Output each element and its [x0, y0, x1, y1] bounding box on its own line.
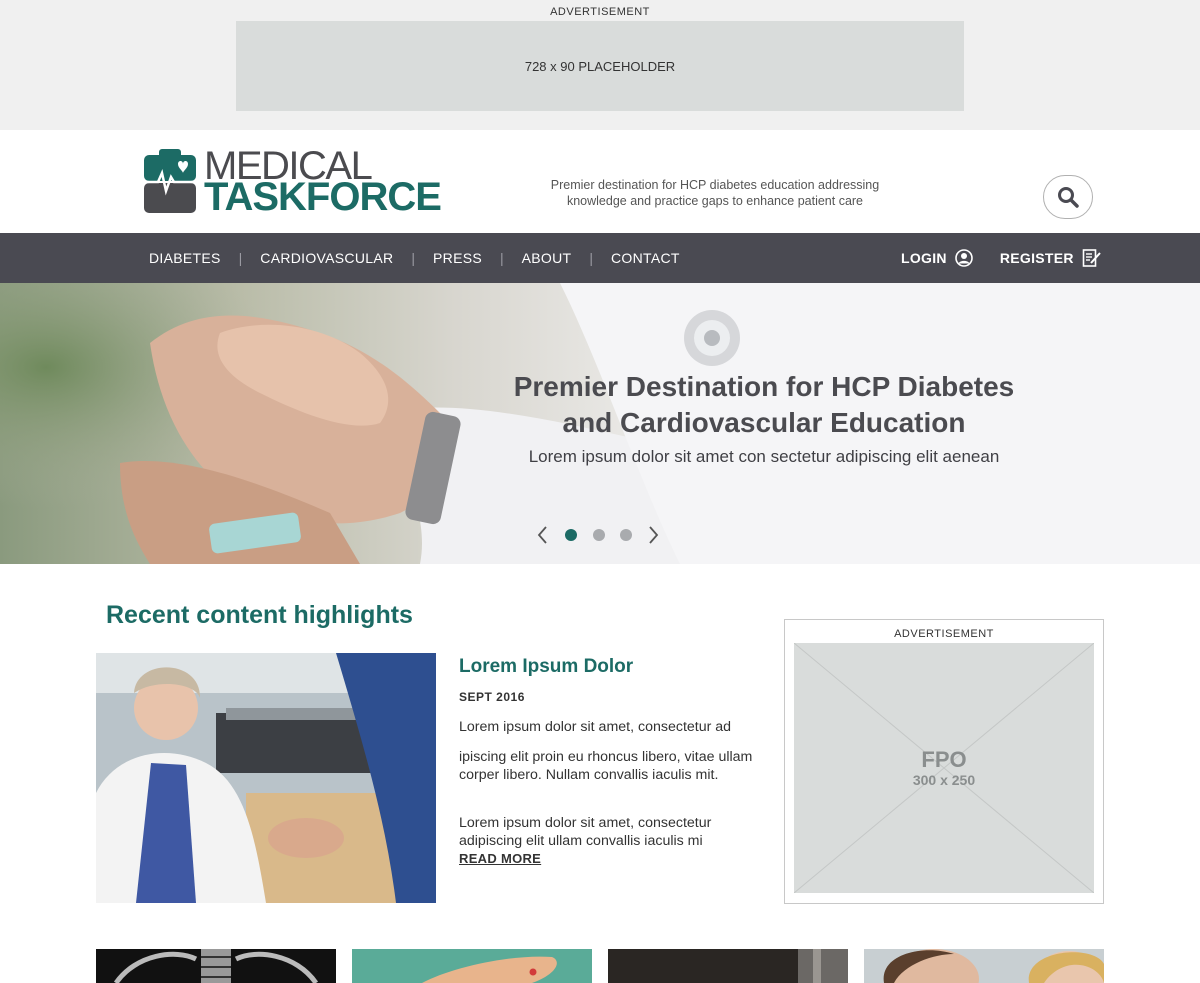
article-date: SEPT 2016: [459, 690, 525, 704]
top-ad-label: ADVERTISEMENT: [550, 6, 650, 18]
search-button[interactable]: [1043, 175, 1093, 219]
chevron-right-icon[interactable]: [648, 525, 660, 545]
article-paragraph-1: Lorem ipsum dolor sit amet, consectetur …: [459, 719, 732, 735]
nav-separator: |: [411, 250, 416, 266]
register-label: REGISTER: [999, 250, 1074, 266]
hero-title-line-2: and Cardiovascular Education: [562, 407, 966, 438]
side-ad-fpo: FPO: [921, 747, 967, 772]
carousel-dot-1[interactable]: [565, 529, 577, 541]
nav-item-diabetes[interactable]: DIABETES: [149, 250, 221, 266]
hero-subtitle: Lorem ipsum dolor sit amet con sectetur …: [528, 447, 1000, 466]
nav-item-contact[interactable]: CONTACT: [611, 250, 680, 266]
read-more-link[interactable]: READ MORE: [459, 851, 541, 866]
nav-item-about[interactable]: ABOUT: [522, 250, 572, 266]
tagline-line-2: knowledge and practice gaps to enhance p…: [566, 194, 864, 208]
top-ad-banner: ADVERTISEMENT 728 x 90 PLACEHOLDER: [0, 0, 1200, 130]
section-title-highlights: Recent content highlights: [106, 601, 413, 629]
edit-form-icon: [1082, 249, 1101, 267]
tagline-line-1: Premier destination for HCP diabetes edu…: [550, 178, 880, 192]
carousel-dot-3[interactable]: [620, 529, 632, 541]
article-thumbnail[interactable]: [96, 653, 436, 903]
thumbnail-xray[interactable]: [96, 949, 336, 983]
article-paragraph-3: Lorem ipsum dolor sit amet, consectetur …: [459, 815, 712, 849]
login-label: LOGIN: [901, 250, 947, 266]
nav-menu: DIABETES | CARDIOVASCULAR | PRESS | ABOU…: [149, 233, 680, 283]
site-header: MEDICAL TASKFORCE Premier destination fo…: [0, 130, 1200, 233]
thumbnail-photo-people[interactable]: [864, 949, 1104, 983]
user-icon: [955, 249, 973, 267]
carousel-dot-2[interactable]: [593, 529, 605, 541]
top-ad-placeholder[interactable]: 728 x 90 PLACEHOLDER: [236, 21, 964, 111]
thumbnail-illustration[interactable]: [352, 949, 592, 983]
top-ad-placeholder-text: 728 x 90 PLACEHOLDER: [524, 58, 676, 74]
account-links: LOGIN REGISTER: [901, 233, 1102, 283]
medical-case-icon: [144, 149, 196, 213]
hero-title: Premier Destination for HCP Diabetes and…: [500, 369, 1028, 441]
xray-image: [96, 949, 336, 983]
carousel-controls: [536, 525, 662, 545]
register-link[interactable]: REGISTER: [1000, 248, 1102, 268]
thumbnail-photo-dark[interactable]: [608, 949, 848, 983]
nav-item-press[interactable]: PRESS: [433, 250, 482, 266]
article-photo-doctor: [96, 653, 436, 903]
side-ad-label: ADVERTISEMENT: [894, 628, 994, 640]
side-ad: ADVERTISEMENT FPO 300 x 250: [784, 619, 1104, 904]
nav-item-cardiovascular[interactable]: CARDIOVASCULAR: [260, 250, 393, 266]
chevron-left-icon[interactable]: [536, 525, 548, 545]
side-ad-placeholder[interactable]: FPO 300 x 250: [794, 643, 1094, 893]
nav-separator: |: [589, 250, 593, 266]
nav-separator: |: [238, 250, 243, 266]
article-title[interactable]: Lorem Ipsum Dolor: [459, 656, 633, 678]
dark-photo: [608, 949, 848, 983]
side-ad-size: 300 x 250: [912, 772, 976, 788]
site-tagline: Premier destination for HCP diabetes edu…: [530, 177, 900, 209]
people-photo: [864, 949, 1104, 983]
article-paragraph-2: ipiscing elit proin eu rhoncus libero, v…: [459, 749, 753, 783]
nav-separator: |: [499, 250, 504, 266]
main-nav: DIABETES | CARDIOVASCULAR | PRESS | ABOU…: [0, 233, 1200, 283]
hero-title-line-1: Premier Destination for HCP Diabetes: [513, 371, 1015, 402]
finger-prick-illustration: [352, 949, 592, 983]
search-icon: [1058, 187, 1079, 208]
logo-text-taskforce: TASKFORCE: [204, 175, 442, 219]
hero-banner: Premier Destination for HCP Diabetes and…: [0, 283, 1200, 564]
login-link[interactable]: LOGIN: [901, 249, 973, 267]
site-logo[interactable]: MEDICAL TASKFORCE: [144, 146, 442, 217]
